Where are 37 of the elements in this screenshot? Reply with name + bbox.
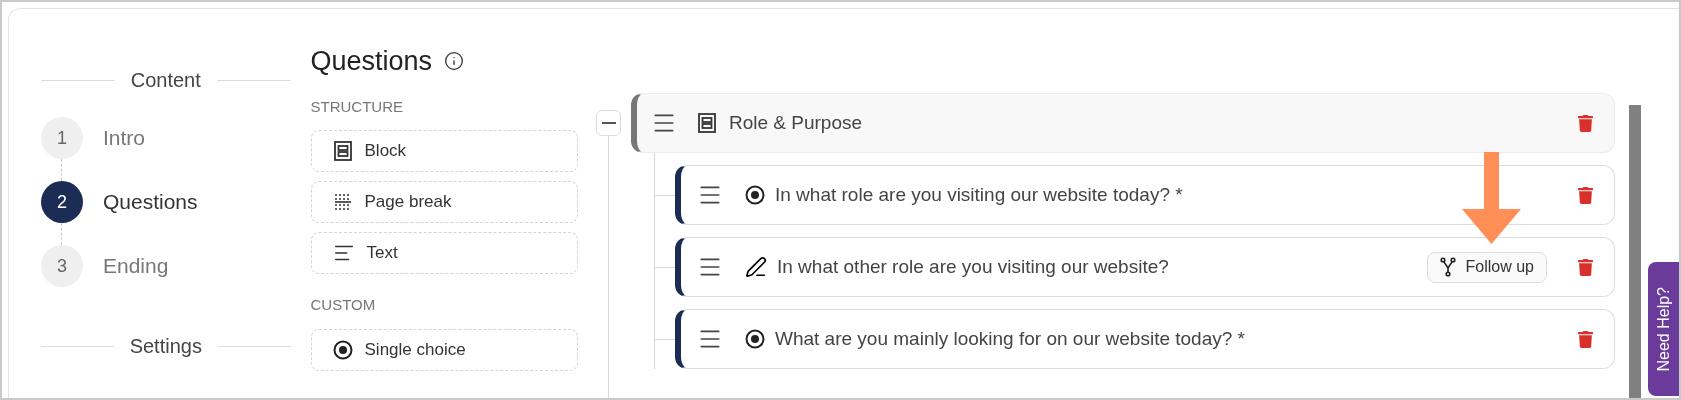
group-heading: STRUCTURE (310, 96, 404, 117)
palette-item[interactable]: Page break (310, 181, 578, 223)
section-heading: Content (130, 68, 201, 93)
trash-icon[interactable] (1577, 114, 1594, 132)
question-text: In what role are you visiting our website today? * (775, 182, 1184, 207)
question-row[interactable]: In what other role are you visiting our website? Follow up (675, 237, 1615, 297)
block-icon (697, 112, 717, 134)
info-icon[interactable] (444, 51, 465, 72)
group-heading: CUSTOM (310, 295, 377, 315)
block-row[interactable]: Role & Purpose (631, 93, 1615, 153)
section-heading: Settings (129, 334, 202, 359)
radio-icon (332, 339, 353, 360)
pencil-icon (745, 256, 767, 278)
step-item[interactable]: 1 Intro (41, 117, 291, 159)
palette-item[interactable]: Block (310, 130, 578, 172)
step-item[interactable]: 3 Ending (41, 245, 291, 287)
question-text: In what other role are you visiting our website? (777, 254, 1170, 279)
trash-icon[interactable] (1577, 186, 1594, 204)
follow-up-button[interactable]: Follow up (1426, 251, 1547, 283)
trash-icon[interactable] (1577, 330, 1594, 348)
palette-item[interactable]: Text (310, 232, 578, 274)
question-row[interactable]: What are you mainly looking for on our website today? * (675, 309, 1615, 369)
radio-icon (745, 329, 765, 349)
collapse-toggle[interactable] (596, 110, 621, 136)
help-tab[interactable]: Need Help? (1648, 262, 1679, 396)
block-icon (332, 140, 353, 162)
panel-title: Questions (310, 45, 433, 78)
question-row[interactable]: In what role are you visiting our website today? * (675, 165, 1615, 225)
branch-icon (1439, 257, 1456, 277)
palette-item[interactable]: Single choice (310, 328, 578, 371)
block-title: Role & Purpose (729, 110, 864, 135)
trash-icon[interactable] (1577, 258, 1594, 276)
question-text: What are you mainly looking for on our website today? * (775, 326, 1246, 351)
page-break-icon (332, 192, 353, 212)
scrollbar-thumb[interactable] (1629, 105, 1641, 398)
radio-icon (745, 185, 765, 205)
step-item[interactable]: 2 Questions (41, 181, 291, 223)
